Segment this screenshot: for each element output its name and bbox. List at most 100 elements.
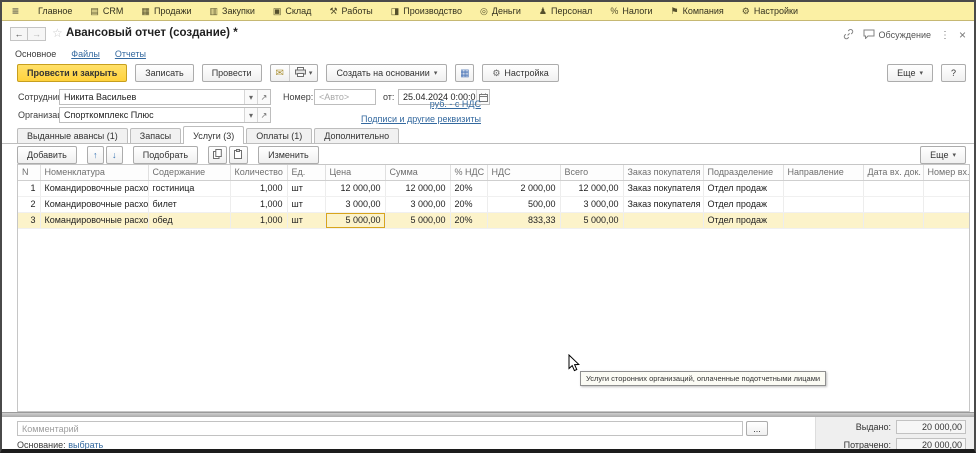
help-button[interactable]: ? [941,64,966,82]
table-row[interactable]: 2Командировочные расходыбилет1,000шт3 00… [18,196,970,212]
open-link-icon[interactable]: ↗ [257,108,270,122]
move-up-button[interactable]: ↑ [87,146,104,164]
menu-item-sales[interactable]: ▦Продажи [132,2,200,20]
grid-cell[interactable]: Командировочные расходы [40,196,148,212]
column-header[interactable]: % НДС [450,165,487,180]
select-dropdown-icon[interactable]: ▾ [244,108,257,122]
column-header[interactable]: N [18,165,40,180]
column-header[interactable]: Номенклатура [40,165,148,180]
employee-field[interactable]: Никита Васильев ▾ ↗ [59,89,271,105]
grid-cell[interactable] [923,180,970,196]
more-button[interactable]: Еще ▾ [887,64,933,82]
column-header[interactable]: Дата вх. док. [863,165,923,180]
grid-cell[interactable] [783,212,863,228]
menu-item-production[interactable]: ◨Производство [382,2,471,20]
grid-cell[interactable] [863,196,923,212]
column-header[interactable]: Подразделение [703,165,783,180]
select-dropdown-icon[interactable]: ▾ [244,90,257,104]
grid-cell[interactable]: шт [287,180,325,196]
column-header[interactable]: Всего [560,165,623,180]
grid-cell[interactable] [923,212,970,228]
menu-dots-icon[interactable]: ⋮ [940,30,950,41]
edit-row-button[interactable]: Изменить [258,146,319,164]
tab-reports[interactable]: Отчеты [115,49,146,59]
menu-item-main[interactable]: Главное [29,2,81,20]
column-header[interactable]: Направление [783,165,863,180]
tab-advances[interactable]: Выданные авансы (1) [17,128,128,143]
grid-cell[interactable]: 20% [450,212,487,228]
back-button[interactable]: ← [10,27,28,41]
grid-cell[interactable]: Отдел продаж [703,212,783,228]
grid-cell[interactable]: Отдел продаж [703,180,783,196]
tab-main[interactable]: Основное [15,49,56,59]
settings-button[interactable]: ⚙ Настройка [482,64,558,82]
hamburger-icon[interactable]: ≡ [12,4,19,18]
grid-cell[interactable]: билет [148,196,230,212]
column-header[interactable]: Заказ покупателя [623,165,703,180]
discussion-button[interactable]: Обсуждение [863,29,931,41]
grid-cell[interactable] [863,212,923,228]
comment-input[interactable] [17,421,743,436]
close-icon[interactable]: × [959,28,966,42]
grid-cell[interactable]: 5 000,00 [560,212,623,228]
grid-cell[interactable]: 20% [450,196,487,212]
grid-cell[interactable]: 5 000,00 [385,212,450,228]
organization-field[interactable]: Спорткомплекс Плюс ▾ ↗ [59,107,271,123]
tab-stock[interactable]: Запасы [130,128,181,143]
grid-cell[interactable]: 500,00 [487,196,560,212]
grid-cell[interactable] [863,180,923,196]
grid-cell[interactable]: шт [287,196,325,212]
grid-cell[interactable]: 12 000,00 [325,180,385,196]
post-button[interactable]: Провести [202,64,262,82]
grid-cell[interactable]: Отдел продаж [703,196,783,212]
number-field[interactable]: <Авто> [314,89,376,105]
grid-cell[interactable]: 12 000,00 [560,180,623,196]
grid-cell[interactable]: 1,000 [230,180,287,196]
column-header[interactable]: Количество [230,165,287,180]
tab-additional[interactable]: Дополнительно [314,128,399,143]
menu-item-company[interactable]: ⚑Компания [662,2,733,20]
create-based-on-button[interactable]: Создать на основании ▾ [326,64,447,82]
related-documents-button[interactable]: ▦ [455,64,474,82]
menu-item-taxes[interactable]: %Налоги [601,2,661,20]
grid-cell[interactable] [783,180,863,196]
grid-cell[interactable]: 1 [18,180,40,196]
grid-cell[interactable]: 20% [450,180,487,196]
grid-cell[interactable]: Заказ покупателя Н... [623,180,703,196]
grid-cell[interactable]: гостиница [148,180,230,196]
menu-item-works[interactable]: ⚒Работы [320,2,381,20]
grid-cell[interactable]: 1,000 [230,212,287,228]
tab-files[interactable]: Файлы [71,49,100,59]
print-button[interactable]: ▾ [289,65,318,81]
email-button[interactable]: ✉ [271,65,289,81]
grid-cell[interactable]: 12 000,00 [385,180,450,196]
column-header[interactable]: Сумма [385,165,450,180]
menu-item-warehouse[interactable]: ▣Склад [264,2,321,20]
table-row[interactable]: 3Командировочные расходыобед1,000шт5 000… [18,212,970,228]
tab-payments[interactable]: Оплаты (1) [246,128,312,143]
grid-cell[interactable]: Заказ покупателя Н... [623,196,703,212]
menu-item-money[interactable]: ◎Деньги [471,2,530,20]
paste-rows-button[interactable] [229,146,248,164]
column-header[interactable]: Цена [325,165,385,180]
grid-cell[interactable]: шт [287,212,325,228]
forward-button[interactable]: → [28,27,46,41]
grid-cell[interactable]: 3 000,00 [385,196,450,212]
menu-item-purchases[interactable]: ▥Закупки [201,2,264,20]
grid-cell[interactable]: 3 000,00 [325,196,385,212]
grid-cell[interactable]: 5 000,00 [325,212,385,228]
add-row-button[interactable]: Добавить [17,146,77,164]
column-header[interactable]: НДС [487,165,560,180]
pick-items-button[interactable]: Подобрать [133,146,198,164]
menu-item-staff[interactable]: ♟Персонал [530,2,601,20]
table-row[interactable]: 1Командировочные расходыгостиница1,000шт… [18,180,970,196]
grid-cell[interactable] [623,212,703,228]
post-and-close-button[interactable]: Провести и закрыть [17,64,127,82]
menu-item-crm[interactable]: ▤CRM [81,2,132,20]
signatures-link[interactable]: Подписи и другие реквизиты [361,114,481,124]
grid-cell[interactable]: 3 [18,212,40,228]
copy-rows-button[interactable] [208,146,227,164]
grid-cell[interactable]: 3 000,00 [560,196,623,212]
currency-link[interactable]: руб. - с НДС [430,99,481,109]
move-down-button[interactable]: ↓ [106,146,123,164]
